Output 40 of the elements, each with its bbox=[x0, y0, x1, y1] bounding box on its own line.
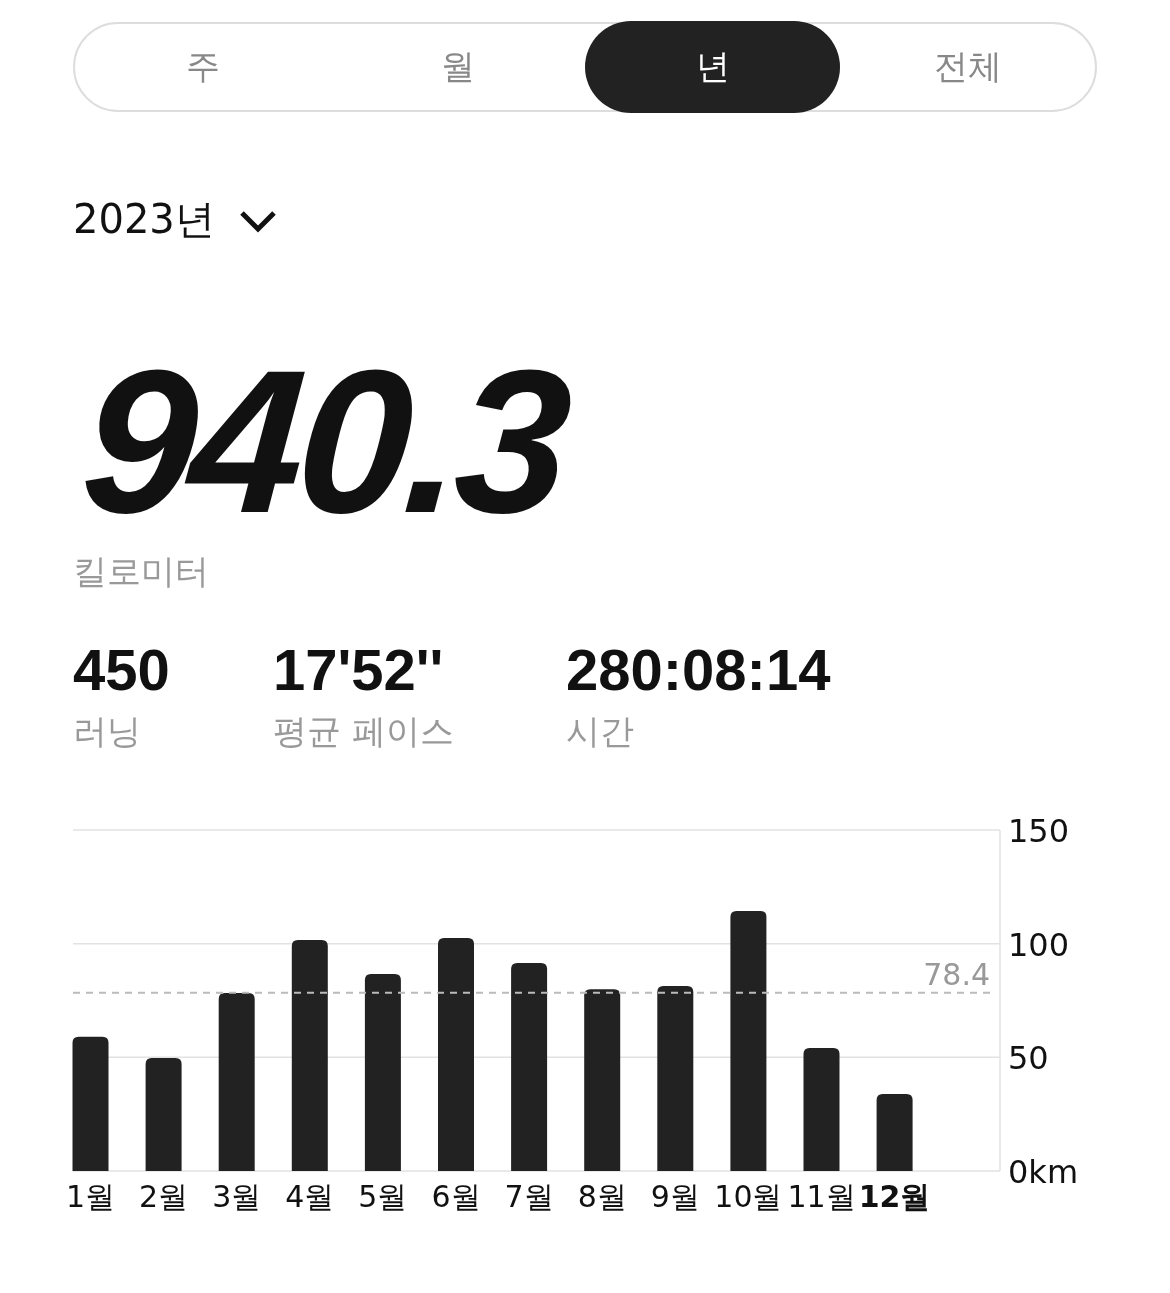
axis-tick-label: 50 bbox=[1008, 1039, 1049, 1078]
month-bar[interactable] bbox=[657, 985, 694, 1171]
month-bar[interactable] bbox=[291, 940, 328, 1171]
month-label[interactable]: 8월 bbox=[577, 1179, 627, 1214]
period-tab[interactable]: 월 bbox=[330, 21, 585, 113]
month-bar[interactable] bbox=[218, 993, 255, 1171]
month-label[interactable]: 11월 bbox=[787, 1179, 856, 1214]
month-bar[interactable] bbox=[876, 1093, 913, 1171]
month-label[interactable]: 12월 bbox=[858, 1179, 931, 1214]
distance-unit: 킬로미터 bbox=[73, 550, 209, 593]
period-tab[interactable]: 주 bbox=[75, 21, 330, 113]
month-label[interactable]: 6월 bbox=[431, 1179, 481, 1214]
month-label[interactable]: 1월 bbox=[65, 1179, 116, 1214]
stat-label: 시간 bbox=[566, 710, 635, 753]
year-label[interactable]: 2023년 bbox=[73, 191, 215, 247]
total-distance: 940.3 bbox=[78, 339, 573, 519]
stat-label: 러닝 bbox=[73, 710, 142, 753]
month-bar[interactable] bbox=[511, 963, 548, 1171]
month-label[interactable]: 2월 bbox=[139, 1179, 189, 1214]
month-bar[interactable] bbox=[584, 989, 621, 1171]
axis-tick-label: 150 bbox=[1008, 815, 1070, 850]
month-label[interactable]: 5월 bbox=[358, 1179, 408, 1214]
month-bar[interactable] bbox=[364, 973, 401, 1171]
month-bar[interactable] bbox=[145, 1058, 182, 1171]
stat-value: 280:08:14 bbox=[566, 641, 831, 699]
axis-tick-label: 0km bbox=[1008, 1153, 1079, 1191]
period-tab[interactable]: 년 bbox=[585, 21, 840, 113]
stat-label: 평균 페이스 bbox=[273, 710, 455, 753]
month-label[interactable]: 4월 bbox=[285, 1179, 335, 1214]
month-label[interactable]: 10월 bbox=[714, 1179, 783, 1214]
month-label[interactable]: 9월 bbox=[650, 1179, 700, 1214]
month-bar[interactable] bbox=[730, 910, 767, 1171]
month-label[interactable]: 7월 bbox=[504, 1179, 554, 1214]
month-label[interactable]: 3월 bbox=[212, 1179, 262, 1214]
chevron-down-icon[interactable] bbox=[238, 210, 277, 234]
axis-tick-label: 100 bbox=[1008, 925, 1070, 964]
stat-value: 450 bbox=[73, 641, 171, 699]
average-label: 78.4 bbox=[923, 956, 990, 992]
period-tab[interactable]: 전체 bbox=[840, 21, 1095, 113]
stat-value: 17'52'' bbox=[273, 641, 445, 699]
